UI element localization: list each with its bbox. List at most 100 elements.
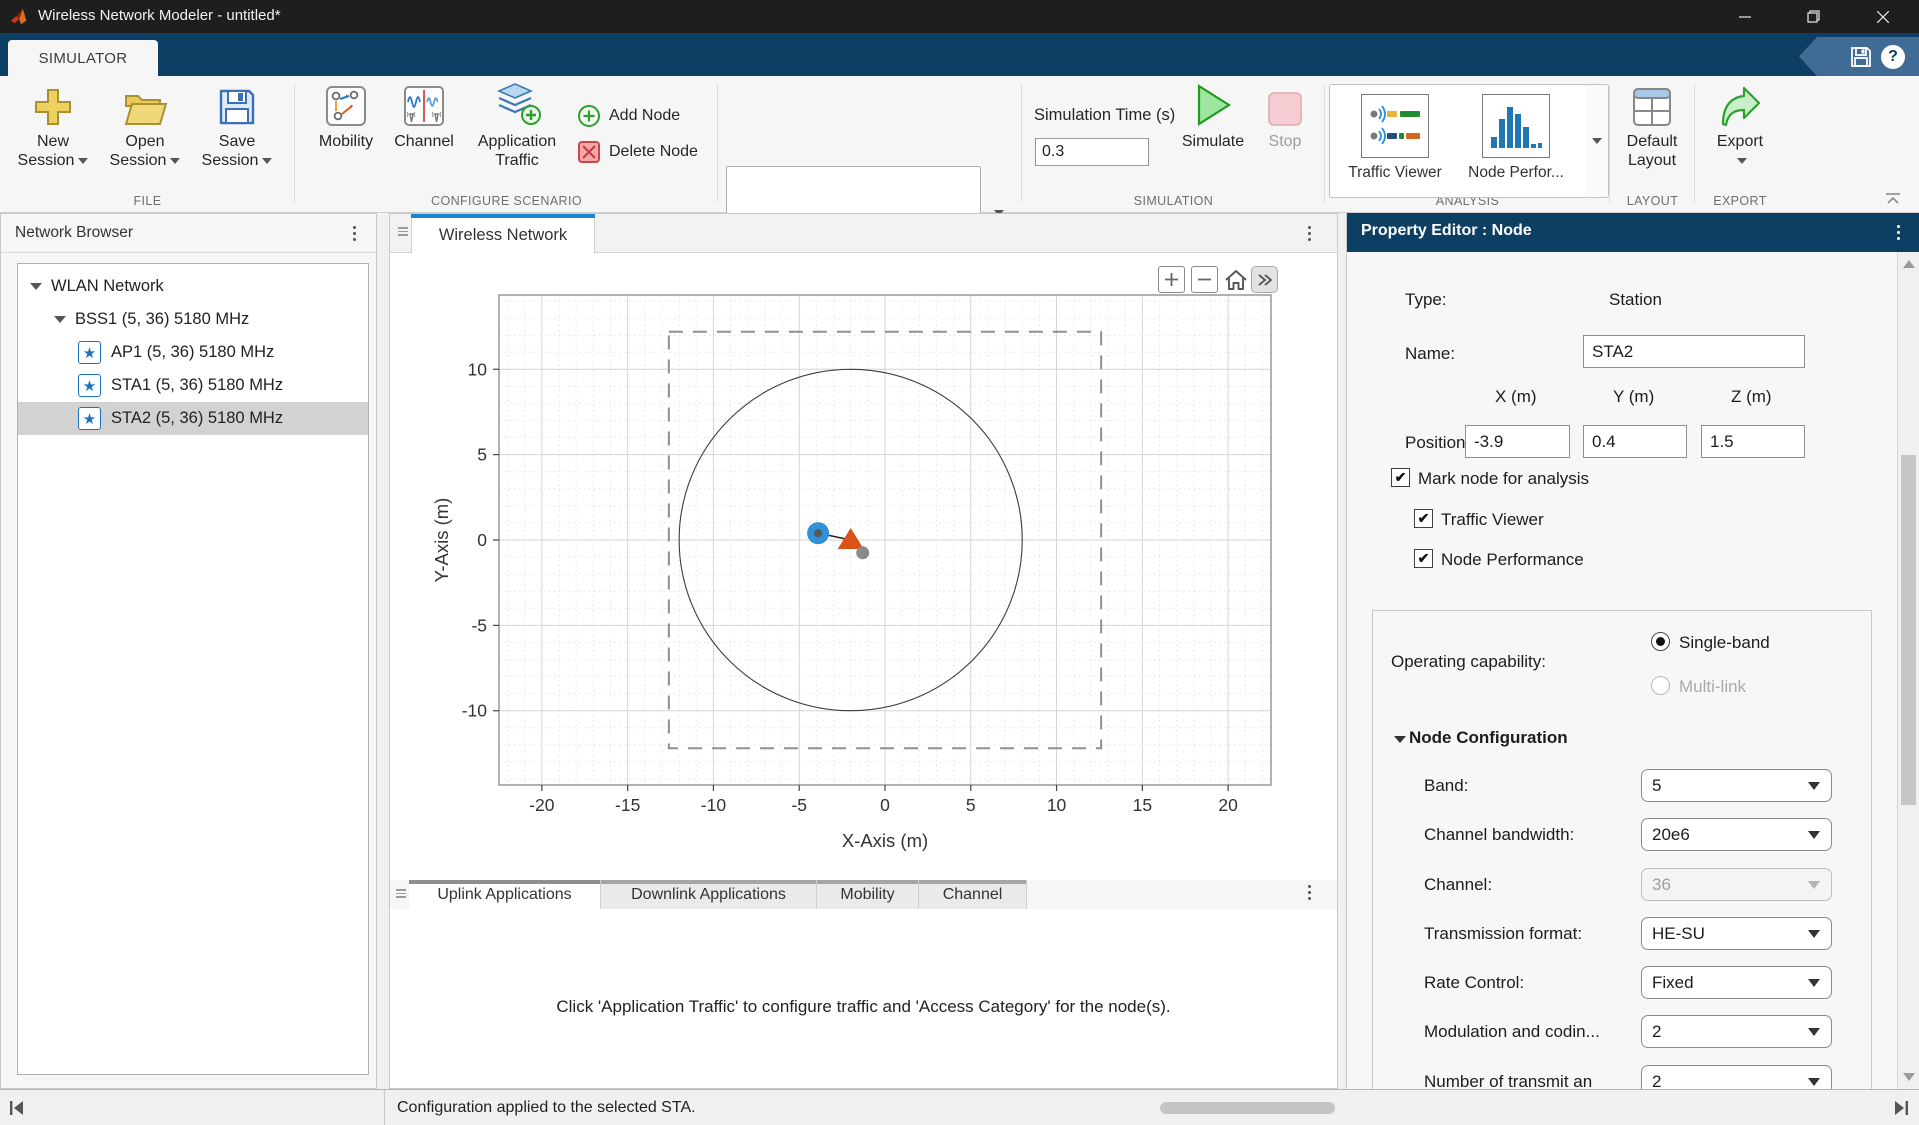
tab-downlink-applications[interactable]: Downlink Applications	[601, 880, 817, 909]
node-performance-button[interactable]: Node Perfor...	[1456, 94, 1576, 182]
canvas-menu-icon[interactable]	[1308, 226, 1311, 241]
expand-toolbar-button[interactable]	[1251, 266, 1278, 293]
tree-expand-icon[interactable]	[54, 316, 66, 323]
traffic-viewer-button[interactable]: Traffic Viewer	[1335, 94, 1455, 182]
channel-button[interactable]: Channel	[387, 82, 461, 151]
radio-multi-link[interactable]	[1651, 676, 1670, 695]
y-axis-label: Y-Axis (m)	[431, 498, 452, 583]
home-view-button[interactable]	[1222, 266, 1249, 293]
ribbon-group-export: Export EXPORT	[1695, 76, 1785, 212]
position-z-input[interactable]	[1701, 425, 1805, 458]
scroll-to-start-icon[interactable]	[8, 1099, 26, 1117]
tab-wireless-network-label: Wireless Network	[439, 226, 567, 245]
maximize-button[interactable]	[1779, 0, 1848, 33]
tab-mobility[interactable]: Mobility	[817, 880, 919, 909]
position-y-input[interactable]	[1583, 425, 1687, 458]
position-x-input[interactable]	[1465, 425, 1570, 458]
export-group-label: EXPORT	[1695, 194, 1785, 208]
node-configuration-collapse-icon[interactable]	[1394, 736, 1406, 743]
zoom-in-button[interactable]	[1158, 266, 1185, 293]
dropdown-channel-bandwidth[interactable]: 20e6	[1641, 818, 1832, 851]
app-logo-icon	[9, 6, 31, 28]
collapse-ribbon-icon[interactable]	[1884, 192, 1902, 206]
analysis-gallery-expand-button[interactable]	[1586, 84, 1609, 198]
scrollbar-thumb[interactable]	[1901, 455, 1916, 805]
quick-save-icon[interactable]	[1849, 45, 1873, 69]
network-browser-menu-icon[interactable]	[353, 226, 356, 241]
x-tick-label: -10	[701, 795, 727, 815]
property-editor-panel: Property Editor : Node Type: Station Nam…	[1346, 213, 1919, 1089]
tree-item-STA1[interactable]: ★STA1 (5, 36) 5180 MHz	[18, 369, 368, 402]
dropdown-number-of-transmit-an[interactable]: 2	[1641, 1065, 1832, 1089]
new-session-label: New Session	[12, 132, 94, 170]
title-bar: Wireless Network Modeler - untitled*	[0, 0, 1919, 33]
dropdown-modulation-and-codin...[interactable]: 2	[1641, 1015, 1832, 1048]
applications-menu-icon[interactable]	[1308, 885, 1311, 900]
x-axis-label: X-Axis (m)	[842, 830, 928, 851]
stop-button[interactable]: Stop	[1256, 82, 1314, 151]
simulate-button[interactable]: Simulate	[1174, 82, 1252, 151]
config-label: Transmission format:	[1424, 924, 1582, 944]
add-node-label: Add Node	[609, 107, 680, 125]
horizontal-scrollbar-thumb[interactable]	[1160, 1102, 1335, 1114]
dropdown-band[interactable]: 5	[1641, 769, 1832, 802]
delete-node-button[interactable]: Delete Node	[577, 140, 698, 164]
property-editor-menu-icon[interactable]	[1897, 225, 1900, 240]
mobility-button[interactable]: Mobility	[309, 82, 383, 151]
save-session-button[interactable]: Save Session	[196, 82, 278, 170]
tab-wireless-network[interactable]: Wireless Network	[411, 218, 595, 253]
application-traffic-button[interactable]: Application Traffic	[465, 82, 569, 170]
node-performance-icon	[1482, 94, 1550, 158]
config-label: Channel bandwidth:	[1424, 825, 1574, 845]
name-input[interactable]	[1583, 335, 1805, 368]
tab-bar-drag-handle[interactable]	[398, 227, 408, 236]
dropdown-rate-control[interactable]: Fixed	[1641, 966, 1832, 999]
export-button[interactable]: Export	[1703, 82, 1777, 170]
checkbox-mark-node-for-analysis[interactable]: ✔	[1391, 468, 1410, 487]
node-configuration-title[interactable]: Node Configuration	[1409, 728, 1568, 748]
tree-item-AP1[interactable]: ★AP1 (5, 36) 5180 MHz	[18, 336, 368, 369]
node-performance-label: Node Perfor...	[1468, 164, 1564, 182]
scroll-down-icon[interactable]	[1903, 1073, 1915, 1081]
tree-item-WLAN[interactable]: WLAN Network	[18, 270, 368, 303]
dropdown-channel[interactable]: 36	[1641, 868, 1832, 901]
tree-item-BSS1[interactable]: BSS1 (5, 36) 5180 MHz	[18, 303, 368, 336]
add-node-button[interactable]: Add Node	[577, 104, 680, 128]
dropdown-caret-icon	[1808, 1028, 1820, 1036]
tab-simulator[interactable]: SIMULATOR	[8, 40, 158, 76]
tree-item-label: AP1 (5, 36) 5180 MHz	[111, 343, 274, 362]
tree-expand-icon[interactable]	[30, 283, 42, 290]
default-layout-button[interactable]: Default Layout	[1614, 82, 1690, 170]
node-star-icon: ★	[78, 407, 101, 430]
help-icon[interactable]: ?	[1881, 45, 1905, 69]
property-editor-scrollbar[interactable]	[1897, 252, 1919, 1089]
checkbox-label: Traffic Viewer	[1441, 510, 1544, 530]
minimize-button[interactable]	[1710, 0, 1779, 33]
layout-group-label: LAYOUT	[1610, 194, 1695, 208]
simulation-time-input[interactable]	[1035, 138, 1149, 166]
new-session-icon	[32, 82, 74, 128]
scroll-up-icon[interactable]	[1903, 260, 1915, 268]
property-editor-title: Property Editor : Node	[1361, 222, 1532, 240]
tab-label: Channel	[943, 886, 1003, 904]
open-session-button[interactable]: Open Session	[104, 82, 186, 170]
channel-icon	[402, 82, 446, 128]
x-tick-label: -20	[529, 795, 555, 815]
checkbox-node-performance[interactable]: ✔	[1414, 549, 1433, 568]
tab-uplink-applications[interactable]: Uplink Applications	[409, 880, 601, 909]
radio-single-band[interactable]	[1651, 632, 1670, 651]
new-session-button[interactable]: New Session	[12, 82, 94, 170]
zoom-out-button[interactable]	[1191, 266, 1218, 293]
tab-bar-drag-handle[interactable]	[396, 889, 406, 898]
mobility-label: Mobility	[319, 132, 373, 151]
x-tick-label: -5	[791, 795, 807, 815]
default-layout-label: Default Layout	[1614, 132, 1690, 170]
tab-channel[interactable]: Channel	[919, 880, 1027, 909]
active-tab-highlight	[411, 214, 595, 218]
scroll-to-end-icon[interactable]	[1892, 1099, 1910, 1117]
node-marker-STA1[interactable]	[856, 546, 869, 559]
dropdown-transmission-format[interactable]: HE-SU	[1641, 917, 1832, 950]
close-button[interactable]	[1848, 0, 1917, 33]
checkbox-traffic-viewer[interactable]: ✔	[1414, 509, 1433, 528]
tree-item-STA2[interactable]: ★STA2 (5, 36) 5180 MHz	[18, 402, 368, 435]
